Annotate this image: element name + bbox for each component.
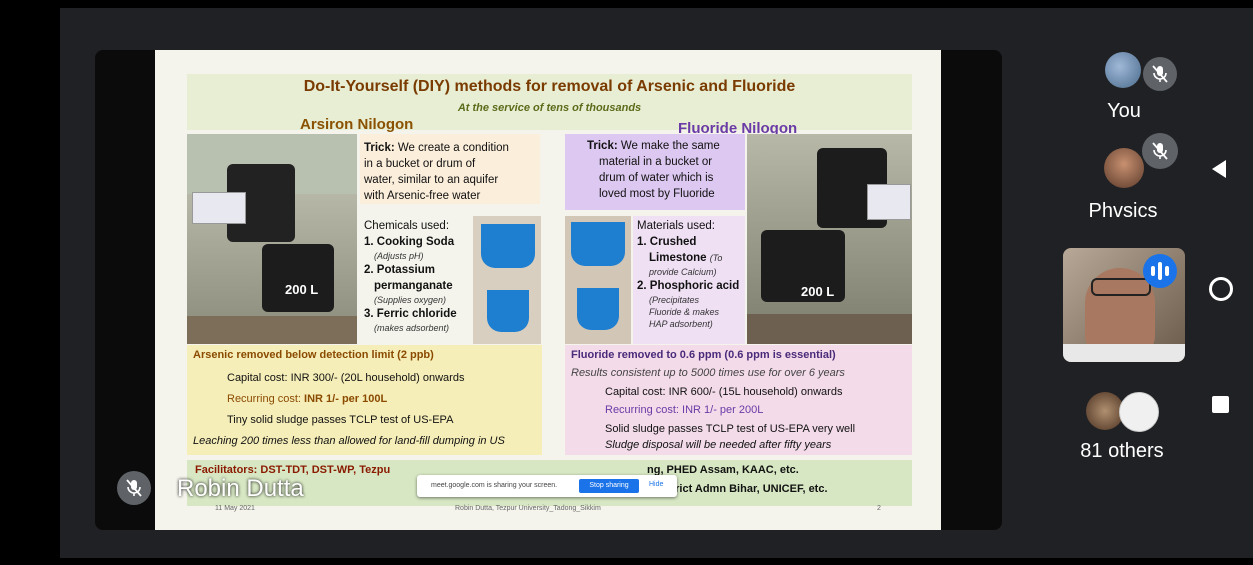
slide: Do-It-Yourself (DIY) methods for removal… bbox=[155, 50, 941, 530]
fluoride-mat2-note-b: Fluoride & makes bbox=[649, 307, 720, 317]
bottom-strip bbox=[0, 558, 1253, 565]
fluoride-trick-box: Trick: We make the same material in a bu… bbox=[565, 134, 745, 210]
arsiron-chem2b: permanganate bbox=[374, 280, 453, 292]
presentation-tile[interactable]: Do-It-Yourself (DIY) methods for removal… bbox=[95, 50, 1002, 530]
arsiron-recurring-label: Recurring cost: bbox=[227, 393, 301, 405]
slide-subtitle: At the service of tens of thousands bbox=[457, 102, 642, 114]
arsiron-trick-line: water, similar to an aquifer bbox=[364, 174, 499, 186]
others-avatar-2[interactable] bbox=[1119, 392, 1159, 432]
arsiron-result: Arsenic removed below detection limit (2… bbox=[193, 349, 434, 361]
fluoride-mat1-note-b: provide Calcium) bbox=[649, 267, 717, 277]
footer-date: 11 May 2021 bbox=[215, 505, 255, 512]
presenter-mic-off-icon bbox=[117, 471, 151, 505]
arsiron-sludge: Tiny solid sludge passes TCLP test of US… bbox=[227, 414, 454, 426]
arsiron-trick-line: with Arsenic-free water bbox=[364, 190, 481, 202]
footer-page: 2 bbox=[877, 505, 881, 512]
fluoride-mat1b: Limestone bbox=[649, 252, 707, 264]
arsiron-recurring-value: INR 1/- per 100L bbox=[304, 393, 388, 405]
share-bar-text: meet.google.com is sharing your screen. bbox=[431, 482, 558, 489]
arsiron-capital: Capital cost: INR 300/- (20L household) … bbox=[227, 372, 465, 384]
presenter-name: Robin Dutta bbox=[177, 475, 304, 502]
arsiron-chem2-note: (Supplies oxygen) bbox=[374, 295, 447, 305]
fluoride-mat1a: 1. Crushed bbox=[637, 236, 697, 248]
recents-nav-icon[interactable] bbox=[1212, 396, 1229, 413]
stop-sharing-button[interactable]: Stop sharing bbox=[579, 479, 639, 493]
arsiron-leaching: Leaching 200 times less than allowed for… bbox=[193, 435, 505, 447]
fluoride-results: Fluoride removed to 0.6 ppm (0.6 ppm is … bbox=[565, 345, 912, 455]
arsiron-tank-label: 200 L bbox=[285, 282, 319, 297]
home-nav-icon[interactable] bbox=[1209, 277, 1233, 301]
arsiron-trick-box: Trick: We create a condition in a bucket… bbox=[360, 134, 540, 204]
you-avatar[interactable] bbox=[1105, 52, 1141, 88]
arsiron-chem3-note: (makes adsorbent) bbox=[374, 323, 450, 333]
you-label: You bbox=[1107, 100, 1141, 122]
fluoride-consistent: Results consistent up to 5000 times use … bbox=[571, 367, 845, 379]
back-nav-icon[interactable] bbox=[1212, 160, 1226, 178]
fluoride-trick-line: drum of water which is bbox=[599, 172, 714, 184]
fluoride-materials-box: Materials used: 1. Crushed Limestone (To… bbox=[633, 216, 745, 344]
physics-mic-off-icon bbox=[1142, 133, 1178, 169]
arsiron-recurring: Recurring cost: INR 1/- per 100L bbox=[227, 393, 387, 405]
fluoride-sludge: Solid sludge passes TCLP test of US-EPA … bbox=[605, 423, 856, 435]
you-mic-off-icon bbox=[1143, 57, 1177, 91]
arsiron-photo: 200 L bbox=[187, 134, 357, 344]
fluoride-mat1-note-a: (To bbox=[709, 253, 723, 263]
arsiron-trick-head: Trick: bbox=[364, 142, 395, 154]
arsiron-chem1: 1. Cooking Soda bbox=[364, 236, 455, 248]
fluoride-disposal: Sludge disposal will be needed after fif… bbox=[605, 439, 832, 451]
arsiron-chem3: 3. Ferric chloride bbox=[364, 308, 457, 320]
fluoride-bucket-photo bbox=[565, 216, 631, 344]
speaking-indicator-icon bbox=[1143, 254, 1177, 288]
arsiron-label: Arsiron Nilogon bbox=[300, 116, 414, 133]
arsiron-chem1-note: (Adjusts pH) bbox=[374, 251, 424, 261]
others-label: 81 others bbox=[1080, 440, 1164, 462]
fluoride-result: Fluoride removed to 0.6 ppm (0.6 ppm is … bbox=[571, 349, 836, 361]
screen-share-bar: meet.google.com is sharing your screen. … bbox=[417, 475, 677, 497]
slide-header: Do-It-Yourself (DIY) methods for removal… bbox=[187, 74, 912, 130]
arsiron-bucket-photo bbox=[473, 216, 541, 344]
fluoride-recurring: Recurring cost: INR 1/- per 200L bbox=[605, 404, 764, 416]
fluoride-mat2-note-a: (Precipitates bbox=[649, 295, 700, 305]
fluoride-mat-head: Materials used: bbox=[637, 220, 715, 232]
hide-button[interactable]: Hide bbox=[649, 481, 663, 488]
physics-label: Phvsics bbox=[1088, 200, 1158, 222]
fluoride-trick-line: We make the same bbox=[620, 140, 720, 152]
fluoride-trick-head: Trick: bbox=[587, 140, 618, 152]
footer-center: Robin Dutta, Tezpur University_Tadong_Si… bbox=[455, 505, 601, 512]
fluoride-photo: 200 L bbox=[747, 134, 912, 344]
physics-avatar[interactable] bbox=[1104, 148, 1144, 188]
fluoride-trick-line: loved most by Fluoride bbox=[599, 188, 715, 200]
arsiron-chemicals-box: Chemicals used: 1. Cooking Soda (Adjusts… bbox=[360, 216, 472, 344]
fluoride-trick-line: material in a bucket or bbox=[599, 156, 713, 168]
fluoride-mat2: 2. Phosphoric acid bbox=[637, 280, 740, 292]
fluoride-tank-label: 200 L bbox=[801, 284, 835, 299]
fluoride-mat2-note-c: HAP adsorbent) bbox=[649, 319, 713, 329]
arsiron-trick-line: We create a condition bbox=[397, 142, 509, 154]
arsiron-chem2a: 2. Potassium bbox=[364, 264, 435, 276]
arsiron-trick-line: in a bucket or drum of bbox=[364, 158, 476, 170]
slide-title: Do-It-Yourself (DIY) methods for removal… bbox=[303, 78, 796, 95]
arsiron-results: Arsenic removed below detection limit (2… bbox=[187, 345, 542, 455]
arsiron-chem-head: Chemicals used: bbox=[364, 220, 450, 232]
fluoride-capital: Capital cost: INR 600/- (15L household) … bbox=[605, 386, 843, 398]
